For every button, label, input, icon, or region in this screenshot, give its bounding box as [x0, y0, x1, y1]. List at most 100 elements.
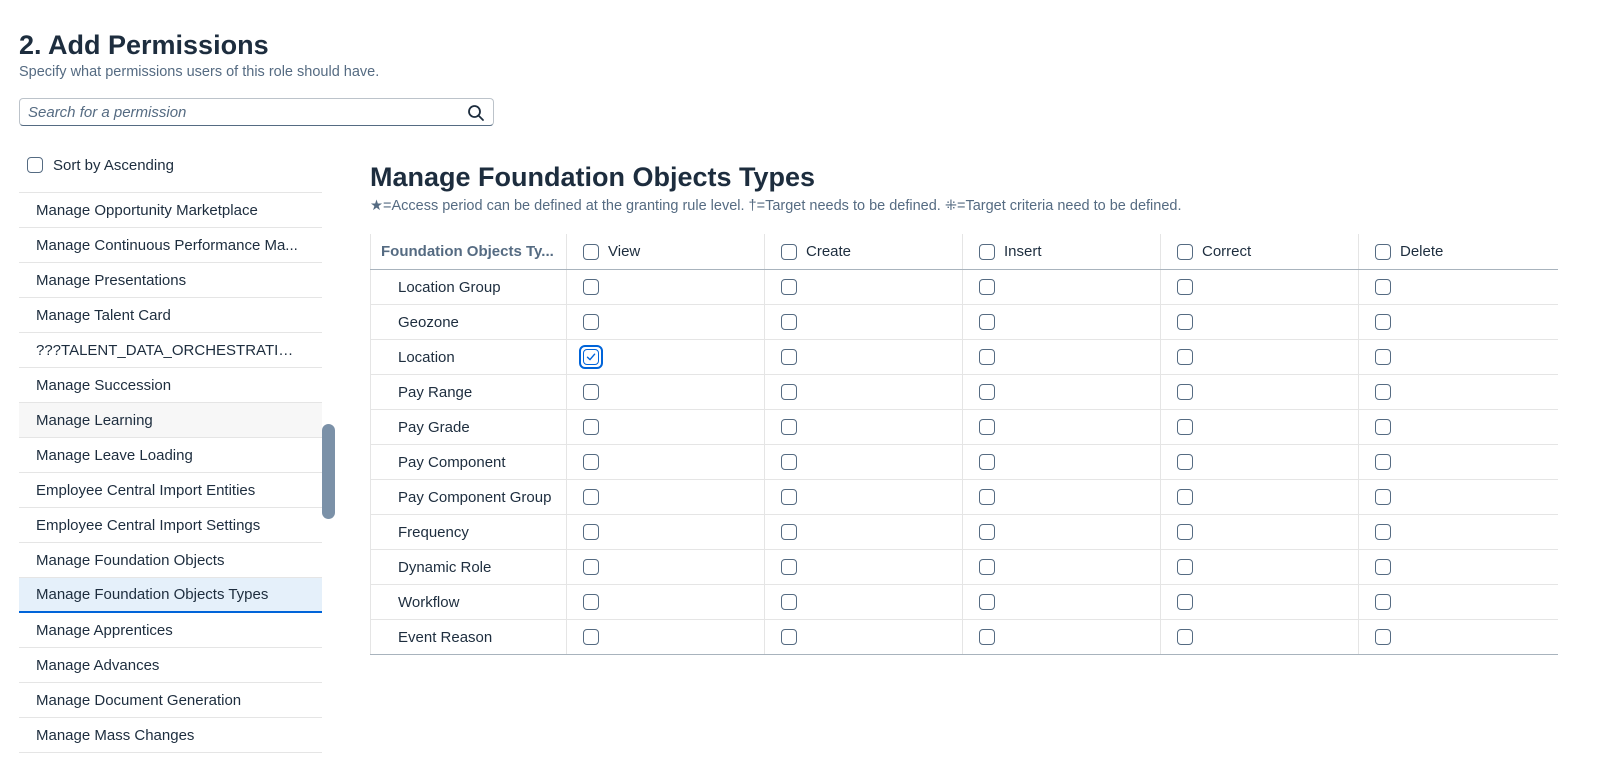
permission-checkbox[interactable] — [1375, 279, 1391, 295]
permission-checkbox[interactable] — [583, 419, 599, 435]
list-scrollbar[interactable] — [322, 424, 335, 519]
permission-checkbox[interactable] — [1375, 489, 1391, 505]
select-all-create-checkbox[interactable] — [781, 243, 797, 260]
permission-checkbox[interactable] — [979, 384, 995, 400]
list-item-label: ???TALENT_DATA_ORCHESTRATION... — [36, 341, 304, 359]
list-item[interactable]: Employee Central Import Settings — [19, 508, 322, 543]
permission-checkbox[interactable] — [979, 314, 995, 330]
select-all-view-checkbox[interactable] — [583, 243, 599, 260]
permission-cell — [567, 340, 765, 374]
list-item[interactable]: Manage Talent Card — [19, 298, 322, 333]
list-item[interactable]: Employee Central Import Entities — [19, 473, 322, 508]
list-item-label: Manage Mass Changes — [36, 726, 195, 744]
list-item[interactable]: ???TALENT_DATA_ORCHESTRATION... — [19, 333, 322, 368]
column-header-delete[interactable]: Delete — [1359, 234, 1557, 269]
permission-cell — [567, 515, 765, 549]
permission-checkbox[interactable] — [1375, 629, 1391, 645]
permission-checkbox[interactable] — [979, 629, 995, 645]
permission-checkbox[interactable] — [1375, 454, 1391, 470]
permission-checkbox[interactable] — [781, 594, 797, 610]
permission-checkbox[interactable] — [1177, 314, 1193, 330]
permission-checkbox[interactable] — [1375, 349, 1391, 365]
permission-checkbox[interactable] — [1177, 629, 1193, 645]
column-label: Create — [806, 243, 852, 260]
permission-checkbox[interactable] — [1177, 384, 1193, 400]
object-type-name: Workflow — [370, 585, 567, 619]
permission-checkbox[interactable] — [1177, 349, 1193, 365]
permission-cell — [1161, 480, 1359, 514]
select-all-correct-checkbox[interactable] — [1177, 243, 1193, 260]
permission-checkbox[interactable] — [979, 594, 995, 610]
permission-cell — [963, 620, 1161, 654]
list-item[interactable]: Manage Foundation Objects Types — [19, 578, 322, 613]
column-header-object-type[interactable]: Foundation Objects Ty... — [370, 234, 567, 269]
sort-toggle[interactable]: Sort by Ascending — [27, 155, 174, 175]
permission-checkbox[interactable] — [781, 489, 797, 505]
permission-checkbox[interactable] — [1177, 279, 1193, 295]
list-item[interactable]: Manage Document Generation — [19, 683, 322, 718]
permission-checkbox[interactable] — [979, 349, 995, 365]
permission-checkbox[interactable] — [979, 489, 995, 505]
permission-checkbox[interactable] — [583, 454, 599, 470]
permission-checkbox[interactable] — [979, 279, 995, 295]
permission-checkbox[interactable] — [781, 419, 797, 435]
list-item[interactable]: Manage Opportunity Marketplace — [19, 193, 322, 228]
search-input[interactable] — [28, 102, 458, 122]
permission-checkbox[interactable] — [583, 594, 599, 610]
permission-checkbox[interactable] — [781, 384, 797, 400]
permission-checkbox[interactable] — [979, 524, 995, 540]
column-header-view[interactable]: View — [567, 234, 765, 269]
permission-checkbox[interactable] — [1177, 524, 1193, 540]
permission-checkbox[interactable] — [583, 559, 599, 575]
permission-checkbox[interactable] — [781, 279, 797, 295]
select-all-insert-checkbox[interactable] — [979, 243, 995, 260]
permission-checkbox[interactable] — [583, 629, 599, 645]
permission-checkbox[interactable] — [583, 524, 599, 540]
permission-checkbox[interactable] — [979, 454, 995, 470]
permission-checkbox[interactable] — [1375, 559, 1391, 575]
list-item[interactable]: Manage Continuous Performance Ma... — [19, 228, 322, 263]
permission-checkbox[interactable] — [781, 349, 797, 365]
list-item[interactable]: Manage Apprentices — [19, 613, 322, 648]
list-item[interactable]: Manage Mass Changes — [19, 718, 322, 753]
permission-checkbox[interactable] — [781, 454, 797, 470]
search-icon[interactable] — [467, 104, 485, 122]
column-header-correct[interactable]: Correct — [1161, 234, 1359, 269]
permission-checkbox[interactable] — [583, 314, 599, 330]
list-item[interactable]: Manage Succession — [19, 368, 322, 403]
permission-checkbox[interactable] — [1177, 559, 1193, 575]
list-item[interactable]: Manage Learning — [19, 403, 322, 438]
permission-checkbox[interactable] — [1177, 454, 1193, 470]
permission-cell — [567, 445, 765, 479]
permission-checkbox[interactable] — [979, 419, 995, 435]
permission-checkbox[interactable] — [1375, 419, 1391, 435]
permission-cell — [1359, 270, 1557, 304]
permission-checkbox[interactable] — [781, 524, 797, 540]
permission-checkbox[interactable] — [1375, 524, 1391, 540]
permission-checkbox[interactable] — [583, 349, 599, 365]
permission-checkbox[interactable] — [781, 559, 797, 575]
list-item[interactable]: Manage Presentations — [19, 263, 322, 298]
list-item[interactable]: Manage Advances — [19, 648, 322, 683]
permission-checkbox[interactable] — [781, 629, 797, 645]
permission-checkbox[interactable] — [583, 384, 599, 400]
permission-checkbox[interactable] — [781, 314, 797, 330]
permission-checkbox[interactable] — [979, 559, 995, 575]
column-header-insert[interactable]: Insert — [963, 234, 1161, 269]
permission-checkbox[interactable] — [583, 489, 599, 505]
permission-checkbox[interactable] — [1375, 314, 1391, 330]
search-field[interactable] — [19, 98, 494, 126]
list-item[interactable]: Manage Leave Loading — [19, 438, 322, 473]
permission-checkbox[interactable] — [1177, 594, 1193, 610]
select-all-delete-checkbox[interactable] — [1375, 243, 1391, 260]
list-item[interactable]: Manage Foundation Objects — [19, 543, 322, 578]
permission-checkbox[interactable] — [1375, 384, 1391, 400]
list-item[interactable]: Manage Career Development — [19, 185, 322, 193]
column-header-create[interactable]: Create — [765, 234, 963, 269]
permission-checkbox[interactable] — [1375, 594, 1391, 610]
permission-checkbox[interactable] — [583, 279, 599, 295]
permission-checkbox[interactable] — [1177, 419, 1193, 435]
permission-cell — [765, 620, 963, 654]
sort-checkbox[interactable] — [27, 157, 43, 173]
permission-checkbox[interactable] — [1177, 489, 1193, 505]
